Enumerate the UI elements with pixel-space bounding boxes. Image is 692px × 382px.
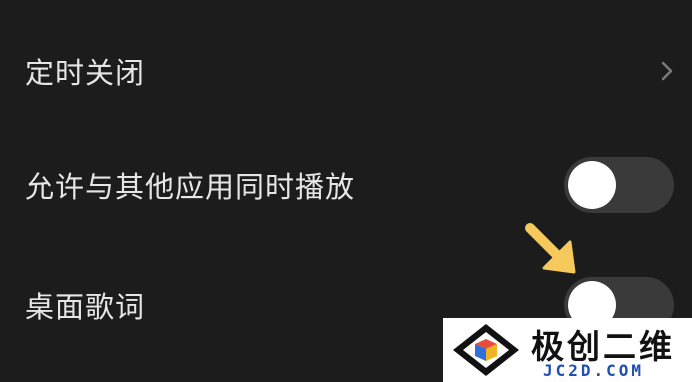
setting-row-mix-playback: 允许与其他应用同时播放: [0, 150, 692, 220]
setting-label-desktop-lyrics: 桌面歌词: [25, 290, 146, 324]
site-logo-icon: [453, 324, 519, 376]
chevron-right-icon: [661, 61, 673, 81]
watermark: 极创二维 JC2D.COM: [443, 318, 692, 382]
toggle-knob: [568, 161, 616, 209]
setting-label-mix-playback: 允许与其他应用同时播放: [25, 170, 356, 204]
watermark-subtitle: JC2D.COM: [543, 361, 645, 380]
setting-label-sleep-timer: 定时关闭: [25, 56, 146, 90]
setting-row-sleep-timer[interactable]: 定时关闭: [0, 36, 692, 106]
arrow-pointer-icon: [525, 223, 576, 274]
mix-playback-toggle[interactable]: [564, 157, 674, 213]
